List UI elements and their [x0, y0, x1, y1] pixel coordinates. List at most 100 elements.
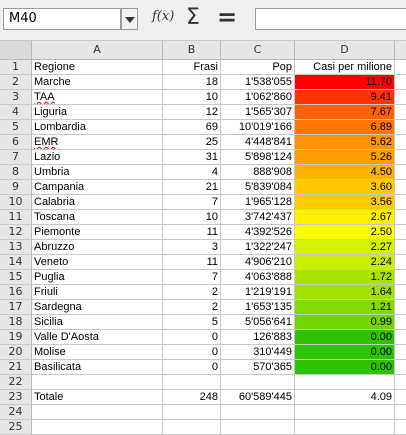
cell-empty[interactable] — [395, 90, 406, 105]
cell-regione[interactable]: Friuli — [32, 285, 163, 300]
function-wizard-icon[interactable]: f(x) — [152, 9, 174, 24]
cell-casi-per-milione[interactable]: 0.99 — [295, 315, 395, 330]
column-header-b[interactable]: B — [163, 41, 221, 59]
row-header[interactable]: 18 — [0, 315, 32, 330]
row-header[interactable]: 22 — [0, 375, 32, 390]
cell-empty[interactable] — [395, 390, 406, 405]
cell-header-regione[interactable]: Regione — [32, 60, 163, 75]
cell-pop[interactable]: 1'219'191 — [221, 285, 295, 300]
cell-pop[interactable]: 10'019'166 — [221, 120, 295, 135]
cell-casi-per-milione[interactable]: 7.67 — [295, 105, 395, 120]
cell-pop[interactable]: 1'538'055 — [221, 75, 295, 90]
cell-regione[interactable]: Sardegna — [32, 300, 163, 315]
row-header[interactable]: 21 — [0, 360, 32, 375]
cell-casi-per-milione[interactable]: 0.00 — [295, 330, 395, 345]
row-header[interactable]: 2 — [0, 75, 32, 90]
cell-frasi[interactable]: 3 — [163, 240, 221, 255]
cell-frasi[interactable]: 7 — [163, 270, 221, 285]
cell-pop[interactable]: 4'448'841 — [221, 135, 295, 150]
cell-empty[interactable] — [395, 420, 406, 435]
row-header[interactable]: 10 — [0, 195, 32, 210]
cell-frasi[interactable]: 0 — [163, 330, 221, 345]
row-header[interactable]: 24 — [0, 405, 32, 420]
cell-casi-per-milione[interactable]: 3.56 — [295, 195, 395, 210]
row-header[interactable]: 12 — [0, 225, 32, 240]
cell-pop[interactable]: 5'056'641 — [221, 315, 295, 330]
cell-casi-per-milione[interactable]: 5.62 — [295, 135, 395, 150]
cell-pop[interactable]: 5'839'084 — [221, 180, 295, 195]
cell-casi-per-milione[interactable] — [295, 405, 395, 420]
formula-icon[interactable]: = — [217, 3, 237, 31]
cell-casi-per-milione[interactable]: 2.27 — [295, 240, 395, 255]
cell-regione[interactable] — [32, 420, 163, 435]
cell-pop[interactable]: 310'449 — [221, 345, 295, 360]
cell-empty[interactable] — [395, 180, 406, 195]
cell-header-casi[interactable]: Casi per milione — [295, 60, 395, 75]
cell-pop[interactable]: 1'322'247 — [221, 240, 295, 255]
cell-frasi[interactable]: 7 — [163, 195, 221, 210]
cell-casi-per-milione[interactable]: 1.64 — [295, 285, 395, 300]
column-header-a[interactable]: A — [32, 41, 163, 59]
cell-frasi[interactable] — [163, 375, 221, 390]
row-header[interactable]: 17 — [0, 300, 32, 315]
cell-casi-per-milione[interactable]: 4.09 — [295, 390, 395, 405]
cell-frasi[interactable]: 12 — [163, 105, 221, 120]
cell-frasi[interactable]: 2 — [163, 285, 221, 300]
sum-icon[interactable]: Σ — [186, 5, 200, 30]
cell-regione[interactable]: Calabria — [32, 195, 163, 210]
cell-frasi[interactable]: 4 — [163, 165, 221, 180]
cell-regione[interactable]: Umbria — [32, 165, 163, 180]
row-header[interactable]: 11 — [0, 210, 32, 225]
cell-frasi[interactable]: 25 — [163, 135, 221, 150]
cell-regione[interactable]: Lazio — [32, 150, 163, 165]
cell-frasi[interactable]: 10 — [163, 90, 221, 105]
cell-casi-per-milione[interactable]: 11.70 — [295, 75, 395, 90]
cell-frasi[interactable]: 69 — [163, 120, 221, 135]
cell-casi-per-milione[interactable]: 6.89 — [295, 120, 395, 135]
cell-empty[interactable] — [395, 75, 406, 90]
cell-pop[interactable] — [221, 375, 295, 390]
cell-casi-per-milione[interactable]: 0.00 — [295, 360, 395, 375]
row-header[interactable]: 20 — [0, 345, 32, 360]
cell-empty[interactable] — [395, 315, 406, 330]
cell-empty[interactable] — [395, 105, 406, 120]
column-header-e[interactable] — [395, 41, 406, 59]
cell-empty[interactable] — [395, 255, 406, 270]
cell-empty[interactable] — [395, 120, 406, 135]
name-box[interactable]: M40 — [3, 8, 121, 30]
cell-pop[interactable] — [221, 405, 295, 420]
cell-pop[interactable]: 3'742'437 — [221, 210, 295, 225]
cell-frasi[interactable]: 0 — [163, 360, 221, 375]
cell-regione[interactable]: Toscana — [32, 210, 163, 225]
cell-frasi[interactable]: 248 — [163, 390, 221, 405]
cell-regione[interactable]: Liguria — [32, 105, 163, 120]
cell-empty[interactable] — [395, 270, 406, 285]
cell-regione[interactable]: Campania — [32, 180, 163, 195]
cell-empty[interactable] — [395, 195, 406, 210]
cell-pop[interactable]: 1'965'128 — [221, 195, 295, 210]
cell-pop[interactable]: 888'908 — [221, 165, 295, 180]
cell-regione[interactable] — [32, 375, 163, 390]
cell-casi-per-milione[interactable] — [295, 420, 395, 435]
cell-regione[interactable]: Basilicata — [32, 360, 163, 375]
cell-pop[interactable]: 126'883 — [221, 330, 295, 345]
cell-casi-per-milione[interactable]: 9.41 — [295, 90, 395, 105]
cell-casi-per-milione[interactable]: 0.00 — [295, 345, 395, 360]
row-header[interactable]: 16 — [0, 285, 32, 300]
cell-empty[interactable] — [395, 150, 406, 165]
cell-pop[interactable]: 4'063'888 — [221, 270, 295, 285]
row-header[interactable]: 6 — [0, 135, 32, 150]
cell-regione[interactable]: Totale — [32, 390, 163, 405]
cell-regione[interactable]: Marche — [32, 75, 163, 90]
row-header[interactable]: 1 — [0, 60, 32, 75]
cell-regione[interactable]: Abruzzo — [32, 240, 163, 255]
cell-pop[interactable]: 570'365 — [221, 360, 295, 375]
cell-regione[interactable]: Puglia — [32, 270, 163, 285]
cell-regione[interactable] — [32, 405, 163, 420]
cell-empty[interactable] — [395, 165, 406, 180]
cell-pop[interactable] — [221, 420, 295, 435]
cell-header-frasi[interactable]: Frasi — [163, 60, 221, 75]
cell-regione[interactable]: Valle D'Aosta — [32, 330, 163, 345]
cell-empty[interactable] — [395, 360, 406, 375]
row-header[interactable]: 25 — [0, 420, 32, 435]
